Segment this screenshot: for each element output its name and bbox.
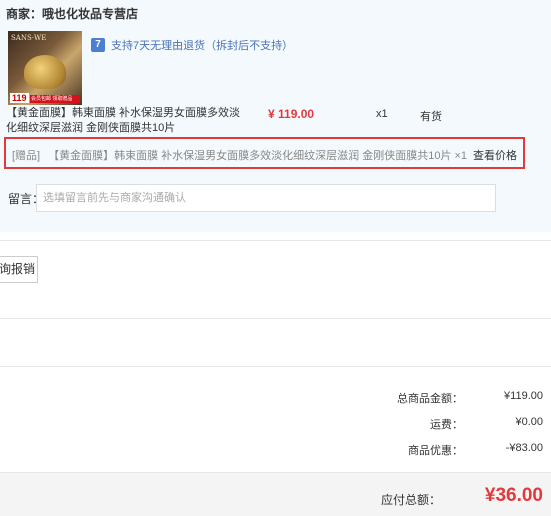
shop-name[interactable]: 商家：哦也化妆品专营店 <box>6 5 138 22</box>
stock-status: 有货 <box>420 111 442 123</box>
report-expense-button[interactable]: 询报销 <box>0 256 38 283</box>
goods-amount-row: 总商品金额： ¥119.00 <box>383 390 543 406</box>
total-bar: 应付总额： ¥36.00 <box>0 472 551 516</box>
discount-value: -¥83.00 <box>505 442 543 454</box>
divider <box>0 366 551 367</box>
shipping-value: ¥0.00 <box>515 416 543 428</box>
total-label: 应付总额： <box>381 493 442 507</box>
thumb-price: 119 <box>10 93 29 103</box>
gift-tag: [赠品] <box>12 150 41 162</box>
goods-amount-label: 总商品金额： <box>397 393 463 405</box>
divider <box>0 240 551 241</box>
remark-input[interactable] <box>36 184 496 212</box>
shop-order-panel: 商家：哦也化妆品专营店 7 支持7天无理由退货（拆封后不支持） SANS·WE … <box>0 0 551 232</box>
return-policy: 7 支持7天无理由退货（拆封后不支持） <box>91 37 293 53</box>
thumb-promo-strip: 会员包邮 领取赠品 <box>30 95 80 103</box>
gift-quantity: ×1 <box>454 150 468 162</box>
product-price: ¥ 119.00 <box>268 107 315 121</box>
seven-day-return-icon: 7 <box>91 38 105 52</box>
gift-item-row: [赠品] 【黄金面膜】韩束面膜 补水保湿男女面膜多效淡化细纹深层滋润 金刚侠面膜共… <box>4 137 525 169</box>
discount-label: 商品优惠： <box>408 445 463 457</box>
discount-row: 商品优惠： -¥83.00 <box>383 442 543 458</box>
total-amount: ¥36.00 <box>484 485 543 506</box>
divider <box>0 318 551 319</box>
product-title[interactable]: 【黄金面膜】韩東面膜 补水保湿男女面膜多效淡化细纹深层滋润 金刚侠面膜共10片 <box>6 106 251 136</box>
return-policy-text[interactable]: 支持7天无理由退货（拆封后不支持） <box>111 37 293 53</box>
product-quantity: x1 <box>376 108 388 120</box>
thumb-brand-text: SANS·WE <box>11 34 47 42</box>
check-price-link[interactable]: 查看价格 <box>473 150 517 162</box>
shipping-row: 运费： ¥0.00 <box>383 416 543 432</box>
goods-amount-value: ¥119.00 <box>504 390 543 402</box>
product-thumbnail[interactable]: SANS·WE 119 会员包邮 领取赠品 <box>8 31 82 105</box>
shipping-label: 运费： <box>430 419 463 431</box>
gift-name[interactable]: 【黄金面膜】韩束面膜 补水保湿男女面膜多效淡化细纹深层滋润 金刚侠面膜共10片 <box>48 150 451 162</box>
gold-mask-image <box>24 55 66 89</box>
order-summary: 总商品金额： ¥119.00 运费： ¥0.00 商品优惠： -¥83.00 <box>0 368 551 468</box>
